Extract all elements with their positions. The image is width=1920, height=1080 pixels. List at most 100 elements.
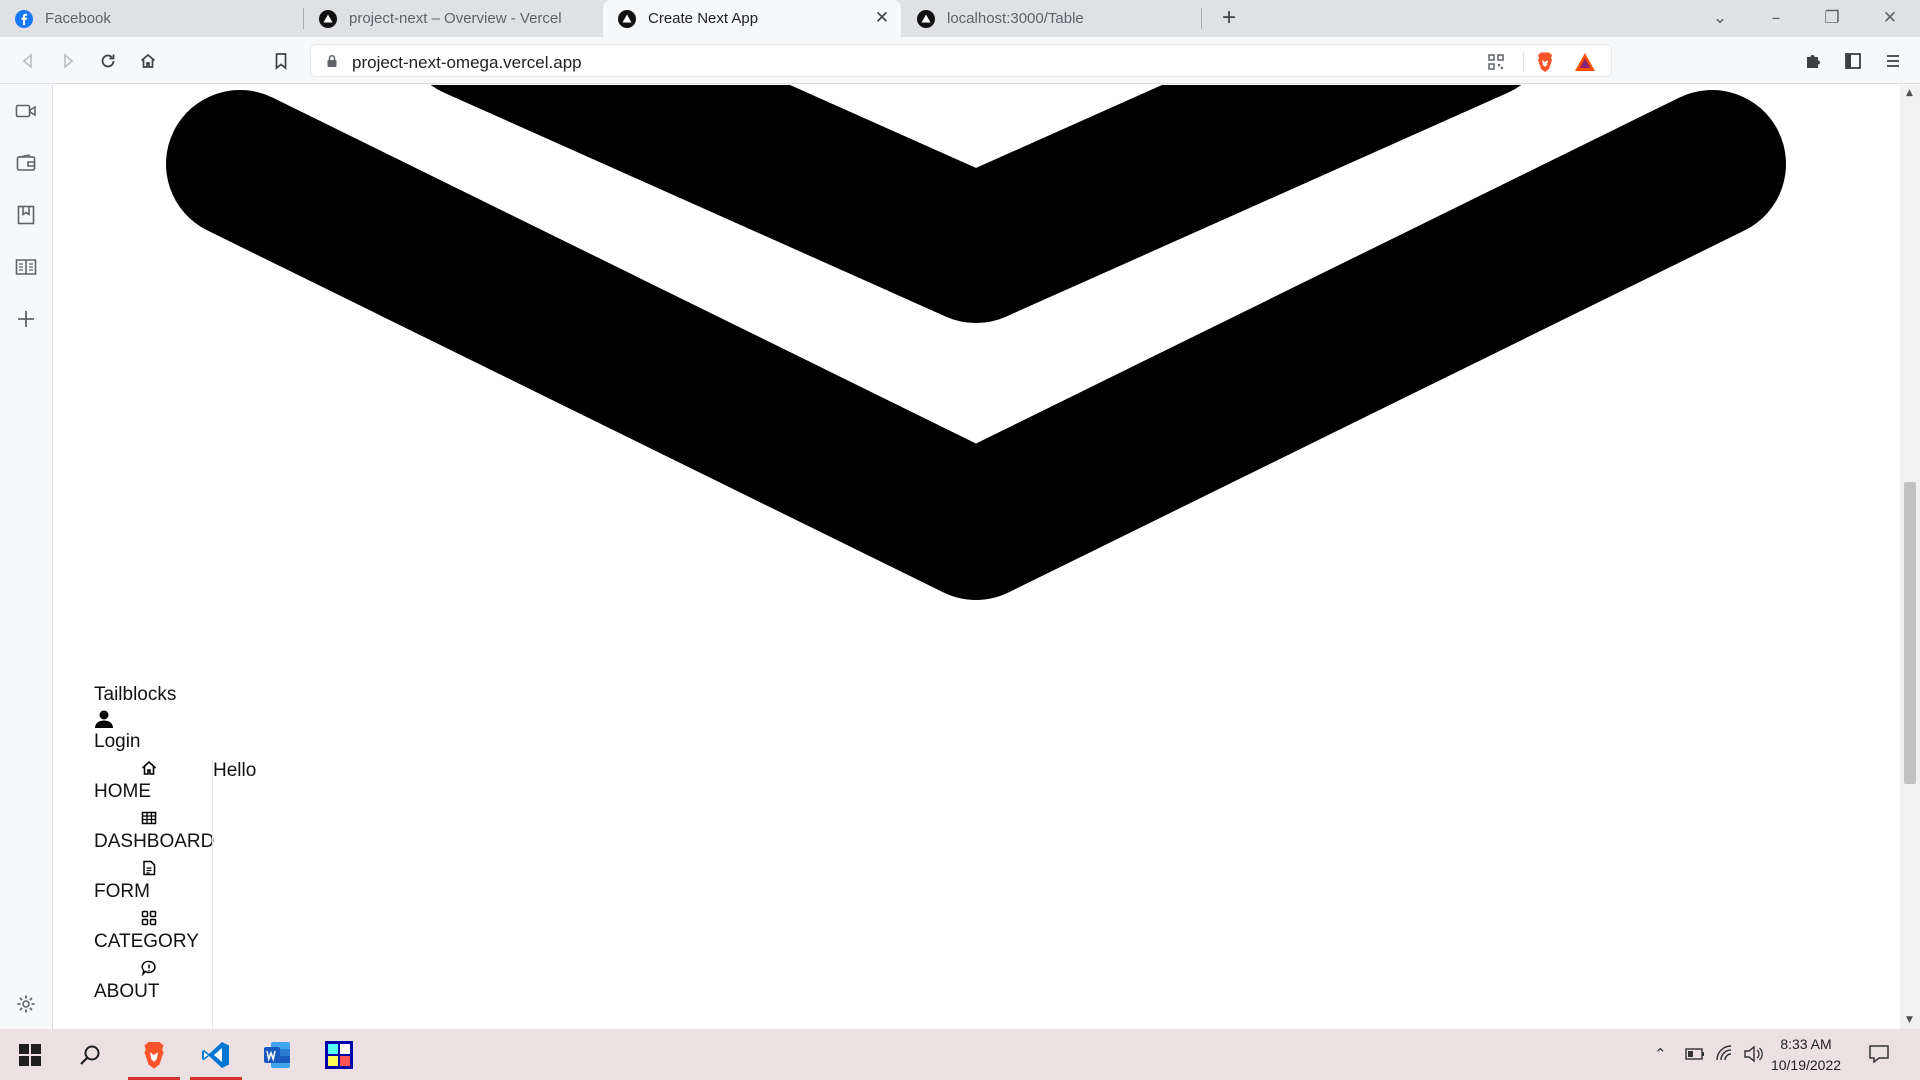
tab-facebook[interactable]: Facebook bbox=[0, 0, 302, 37]
close-tab-icon[interactable]: ✕ bbox=[873, 9, 891, 27]
wallet-icon bbox=[16, 154, 36, 171]
vercel-icon bbox=[618, 9, 636, 28]
wallet-button[interactable] bbox=[13, 150, 39, 176]
home-button[interactable] bbox=[134, 47, 162, 75]
plus-icon bbox=[18, 311, 34, 327]
clock-date: 10/19/2022 bbox=[1770, 1057, 1842, 1073]
bat-triangle-icon bbox=[1575, 53, 1595, 71]
nav-item-dashboard[interactable]: DASHBOARD bbox=[94, 829, 214, 854]
tab-title: Create Next App bbox=[648, 10, 759, 27]
puzzle-icon bbox=[1807, 55, 1820, 68]
reading-list-icon bbox=[15, 259, 37, 275]
taskbar-brave[interactable] bbox=[138, 1039, 170, 1071]
tab-search-chevron-icon[interactable]: ⌄ bbox=[1706, 6, 1734, 30]
scroll-thumb[interactable] bbox=[1904, 482, 1916, 784]
start-button[interactable] bbox=[14, 1039, 46, 1071]
search-icon bbox=[80, 1045, 100, 1065]
tab-vercel-overview[interactable]: project-next – Overview - Vercel bbox=[304, 0, 602, 37]
table-icon bbox=[141, 811, 157, 825]
qr-code-icon bbox=[1488, 54, 1504, 70]
brave-lion-icon bbox=[144, 1042, 164, 1069]
tab-localhost-table[interactable]: localhost:3000/Table bbox=[902, 0, 1200, 37]
gear-icon bbox=[17, 995, 35, 1013]
brand-name[interactable]: Tailblocks bbox=[94, 682, 176, 707]
menu-button[interactable] bbox=[1879, 47, 1907, 75]
qb64-icon bbox=[325, 1041, 353, 1069]
tray-overflow-chevron-icon[interactable]: ⌃ bbox=[1654, 1045, 1667, 1063]
taskbar-word[interactable] bbox=[261, 1039, 293, 1071]
clock-time: 8:33 AM bbox=[1780, 1036, 1832, 1052]
scroll-up-icon[interactable]: ▲ bbox=[1906, 88, 1913, 98]
vscode-icon bbox=[202, 1042, 229, 1068]
new-tab-button[interactable]: + bbox=[1217, 6, 1241, 30]
browser-toolbar: project-next-omega.vercel.app bbox=[0, 37, 1920, 84]
home-icon bbox=[141, 760, 157, 775]
facebook-icon bbox=[15, 9, 33, 28]
back-button[interactable] bbox=[14, 47, 42, 75]
nav-item-home[interactable]: HOME bbox=[94, 779, 151, 804]
taskbar-qb64[interactable] bbox=[323, 1039, 355, 1071]
brave-lion-icon bbox=[1538, 52, 1552, 72]
word-icon bbox=[264, 1042, 290, 1068]
vercel-icon bbox=[917, 9, 935, 28]
browser-sidebar bbox=[0, 85, 53, 1029]
back-arrow-icon bbox=[22, 53, 32, 69]
add-sidebar-item-button[interactable] bbox=[13, 306, 39, 332]
taskbar-vscode[interactable] bbox=[200, 1039, 232, 1071]
tab-separator bbox=[1201, 8, 1202, 29]
tab-title: localhost:3000/Table bbox=[947, 10, 1084, 27]
qr-code-button[interactable] bbox=[1484, 50, 1508, 74]
document-icon bbox=[143, 860, 156, 876]
close-window-button[interactable]: ✕ bbox=[1876, 6, 1904, 30]
sidebar-toggle-icon bbox=[1845, 53, 1861, 69]
chevron-down-icon bbox=[166, 85, 1786, 600]
minimize-button[interactable]: – bbox=[1762, 6, 1790, 30]
nav-item-form[interactable]: FORM bbox=[94, 879, 150, 904]
windows-taskbar: ⌃ 8:33 AM 10/19/2022 bbox=[0, 1029, 1920, 1080]
search-button[interactable] bbox=[74, 1039, 106, 1071]
forward-button[interactable] bbox=[54, 47, 82, 75]
brave-rewards-button[interactable] bbox=[1573, 50, 1597, 74]
nav-item-about[interactable]: ABOUT bbox=[94, 979, 159, 1004]
windows-logo-icon bbox=[19, 1044, 41, 1066]
battery-icon[interactable] bbox=[1685, 1047, 1705, 1061]
brave-shields-button[interactable] bbox=[1533, 50, 1557, 74]
page-viewport: Tailblocks Login HOME DASHBOARD FORM CAT… bbox=[54, 85, 1900, 1029]
volume-icon[interactable] bbox=[1743, 1045, 1763, 1063]
sidebar-toggle-button[interactable] bbox=[1839, 47, 1867, 75]
bookmark-icon bbox=[275, 53, 287, 70]
login-link[interactable]: Login bbox=[94, 729, 141, 754]
hamburger-menu-icon bbox=[1887, 55, 1899, 67]
bookmarks-icon bbox=[17, 205, 35, 225]
url-text: project-next-omega.vercel.app bbox=[352, 53, 582, 72]
sidebar-settings-button[interactable] bbox=[13, 991, 39, 1017]
forward-arrow-icon bbox=[64, 53, 74, 69]
reload-button[interactable] bbox=[94, 47, 122, 75]
user-icon bbox=[95, 710, 113, 728]
brave-talk-button[interactable] bbox=[13, 98, 39, 124]
page-scrollbar[interactable]: ▲ ▼ bbox=[1900, 85, 1920, 1029]
extensions-button[interactable] bbox=[1799, 47, 1827, 75]
tab-create-next-app[interactable]: Create Next App ✕ bbox=[603, 0, 901, 37]
system-clock[interactable]: 8:33 AM 10/19/2022 bbox=[1768, 1034, 1844, 1076]
wifi-icon[interactable] bbox=[1715, 1044, 1735, 1062]
restore-button[interactable]: ❐ bbox=[1818, 6, 1846, 30]
chat-icon bbox=[141, 960, 156, 976]
grid-icon bbox=[141, 910, 157, 926]
reload-icon bbox=[101, 54, 115, 68]
tab-title: project-next – Overview - Vercel bbox=[349, 10, 562, 27]
scroll-down-icon[interactable]: ▼ bbox=[1906, 1015, 1913, 1025]
home-icon bbox=[140, 53, 156, 68]
tab-title: Facebook bbox=[45, 10, 111, 27]
video-camera-icon bbox=[15, 104, 36, 118]
address-bar[interactable]: project-next-omega.vercel.app bbox=[310, 44, 1612, 77]
nav-item-category[interactable]: CATEGORY bbox=[94, 929, 199, 954]
vercel-icon bbox=[319, 9, 337, 28]
tab-strip: Facebook project-next – Overview - Verce… bbox=[0, 0, 1920, 37]
bookmarks-panel-button[interactable] bbox=[13, 202, 39, 228]
omnibox-separator bbox=[1523, 52, 1524, 72]
lock-icon bbox=[327, 54, 337, 67]
reading-list-button[interactable] bbox=[13, 254, 39, 280]
notifications-icon[interactable] bbox=[1868, 1043, 1890, 1065]
bookmark-button[interactable] bbox=[267, 47, 295, 75]
